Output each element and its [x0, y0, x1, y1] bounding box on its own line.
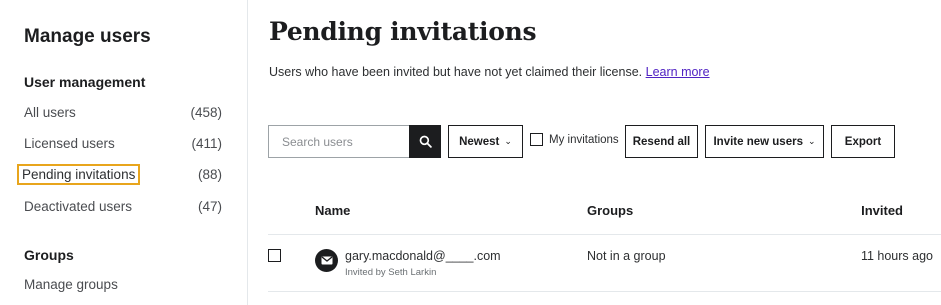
avatar [315, 249, 338, 272]
search-icon [419, 135, 432, 148]
column-header-groups: Groups [587, 203, 634, 218]
search-field[interactable] [268, 125, 409, 158]
my-invitations-toggle[interactable]: My invitations [530, 133, 619, 146]
export-button[interactable]: Export [831, 125, 895, 158]
row-checkbox[interactable] [268, 249, 281, 262]
column-header-name[interactable]: Name [315, 203, 350, 218]
sidebar-item-manage-groups[interactable]: Manage groups [24, 277, 118, 292]
column-header-invited[interactable]: Invited [861, 203, 903, 218]
sidebar-item-label: Deactivated users [24, 198, 133, 214]
sidebar-item-count: (47) [197, 198, 222, 214]
sidebar-section-user-management: User management [24, 74, 146, 90]
chevron-down-icon: ⌄ [807, 136, 816, 146]
sidebar-item-label: Licensed users [24, 135, 115, 151]
resend-all-label: Resend all [632, 135, 691, 148]
invite-label: Invite new users [713, 135, 803, 148]
main-content: Pending invitations Users who have been … [249, 0, 941, 305]
export-label: Export [844, 135, 882, 148]
resend-all-button[interactable]: Resend all [625, 125, 698, 158]
my-invitations-label: My invitations [549, 133, 619, 146]
my-invitations-checkbox[interactable] [530, 133, 543, 146]
envelope-icon [321, 256, 332, 265]
invited-time: 11 hours ago [860, 249, 933, 263]
sidebar-section-groups: Groups [24, 247, 74, 263]
invite-new-users-button[interactable]: Invite new users ⌄ [705, 125, 824, 158]
sidebar-title: Manage users [24, 26, 151, 47]
page-title: Pending invitations [269, 17, 537, 46]
row-divider [268, 234, 941, 235]
row-divider [268, 291, 941, 292]
sidebar-item-count: (458) [190, 104, 222, 120]
sidebar-item-deactivated-users[interactable]: Deactivated users (47) [24, 196, 222, 216]
learn-more-link[interactable]: Learn more [646, 65, 710, 79]
search-button[interactable] [409, 125, 441, 158]
subtitle-text: Users who have been invited but have not… [269, 65, 643, 79]
sidebar-item-all-users[interactable]: All users (458) [24, 102, 222, 122]
sidebar: Manage users User management All users (… [0, 0, 248, 305]
sidebar-item-pending-invitations[interactable]: Pending invitations (88) [16, 163, 222, 185]
sidebar-item-label: Pending invitations [16, 163, 141, 185]
sidebar-item-count: (88) [197, 166, 222, 182]
user-email: gary.macdonald@____.com [345, 249, 501, 263]
user-group: Not in a group [587, 249, 666, 263]
sidebar-item-licensed-users[interactable]: Licensed users (411) [24, 133, 222, 153]
sort-label: Newest [459, 135, 500, 148]
chevron-down-icon: ⌄ [504, 136, 512, 146]
page-subtitle: Users who have been invited but have not… [269, 65, 710, 79]
sidebar-item-label: All users [24, 104, 76, 120]
sort-dropdown[interactable]: Newest ⌄ [448, 125, 523, 158]
invited-by-text: Invited by Seth Larkin [345, 267, 437, 278]
search-input[interactable] [282, 134, 409, 149]
sidebar-item-count: (411) [191, 135, 222, 151]
